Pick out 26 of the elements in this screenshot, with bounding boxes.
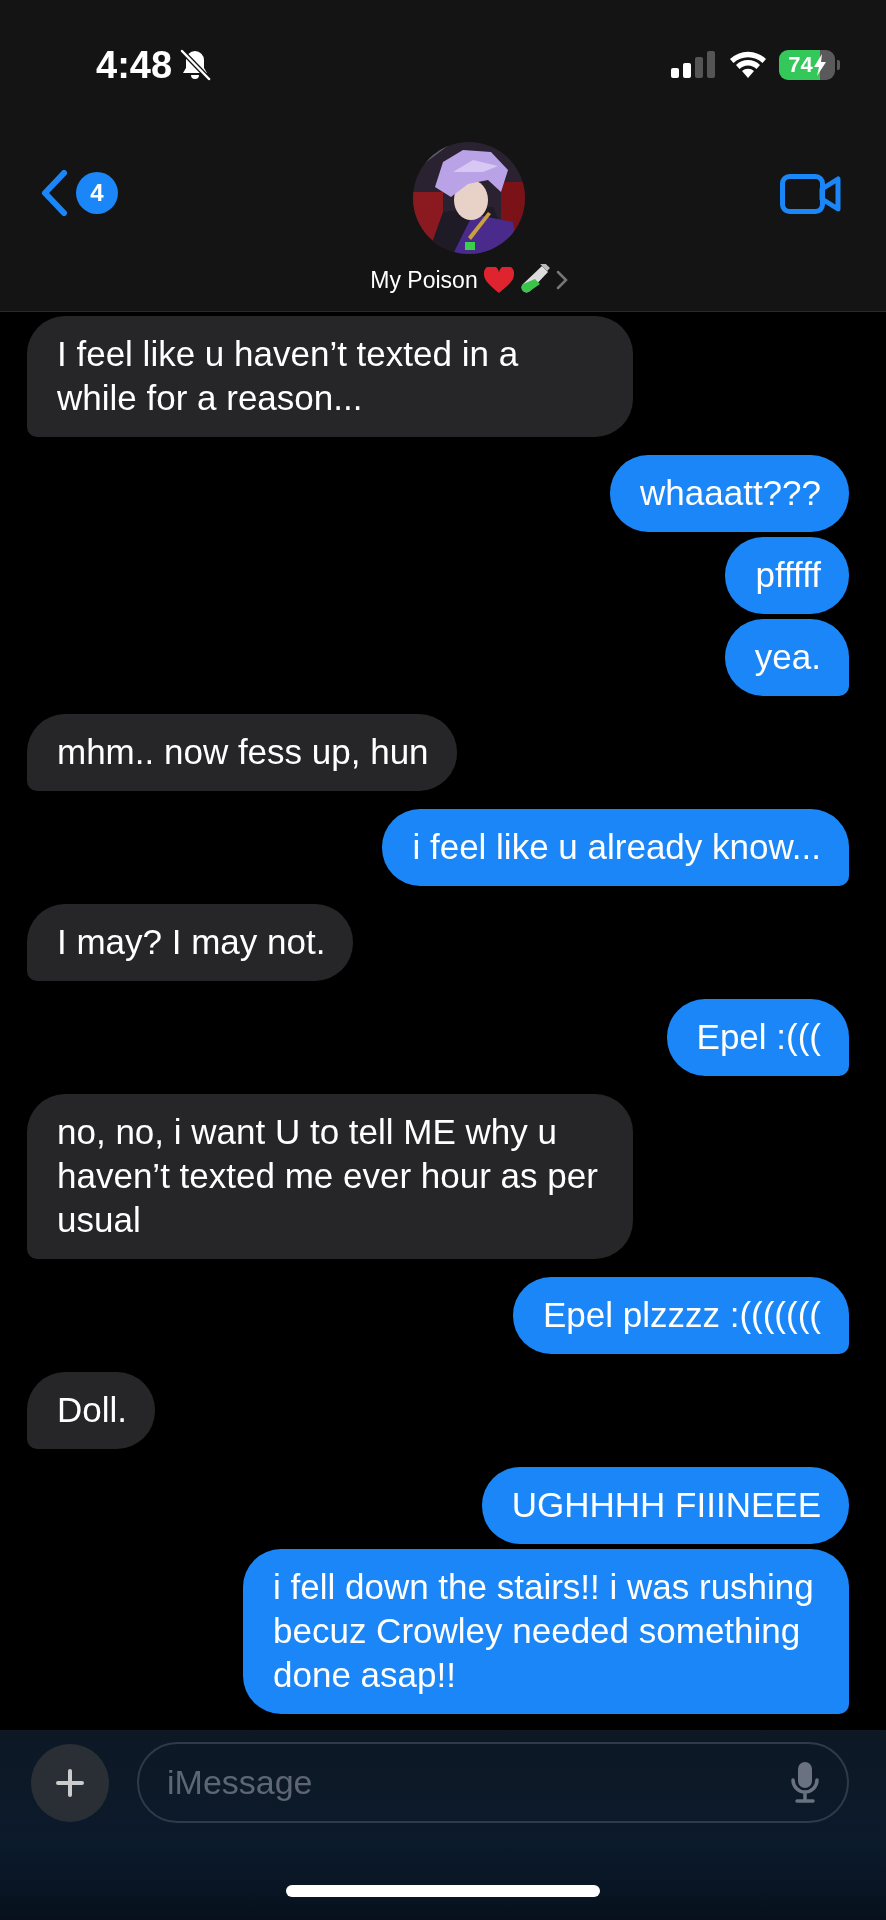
received-message: I may? I may not. <box>27 904 354 981</box>
contact-name[interactable]: My Poison <box>370 266 478 294</box>
heart-icon <box>483 266 514 294</box>
plus-icon <box>55 1767 85 1798</box>
sent-message: UGHHHH FIIINEEE <box>481 1467 849 1544</box>
sent-message: i fell down the stairs!! i was rushing becuz Crowley needed something done asap!! <box>243 1549 849 1714</box>
unread-count-badge[interactable]: 4 <box>76 172 118 214</box>
received-message: no, no, i want U to tell ME why u haven’t texted me ever hour as per usual <box>27 1094 633 1259</box>
sent-message: whaaatt??? <box>610 455 849 532</box>
microphone-icon[interactable] <box>791 1761 819 1803</box>
received-message: Doll. <box>27 1372 156 1449</box>
chevron-icon[interactable] <box>555 270 568 290</box>
sent-message: Epel :((( <box>666 999 849 1076</box>
status-time: 4:48 <box>96 43 173 87</box>
back-icon[interactable] <box>40 170 68 216</box>
message-field[interactable]: iMessage <box>137 1742 849 1823</box>
signal-icon <box>671 50 717 80</box>
wifi-icon <box>729 51 767 79</box>
sent-message: pfffff <box>725 537 849 614</box>
received-message: mhm.. now fess up, hun <box>27 714 457 791</box>
sent-message: Epel plzzzz :((((((( <box>512 1277 849 1354</box>
sent-message: yea. <box>724 619 849 696</box>
received-message: I feel like u haven’t texted in a while for a reason... <box>27 316 633 437</box>
battery-level: 74 <box>788 52 813 78</box>
video-call-icon[interactable] <box>780 174 842 214</box>
sent-message: i feel like u already know... <box>382 809 849 886</box>
